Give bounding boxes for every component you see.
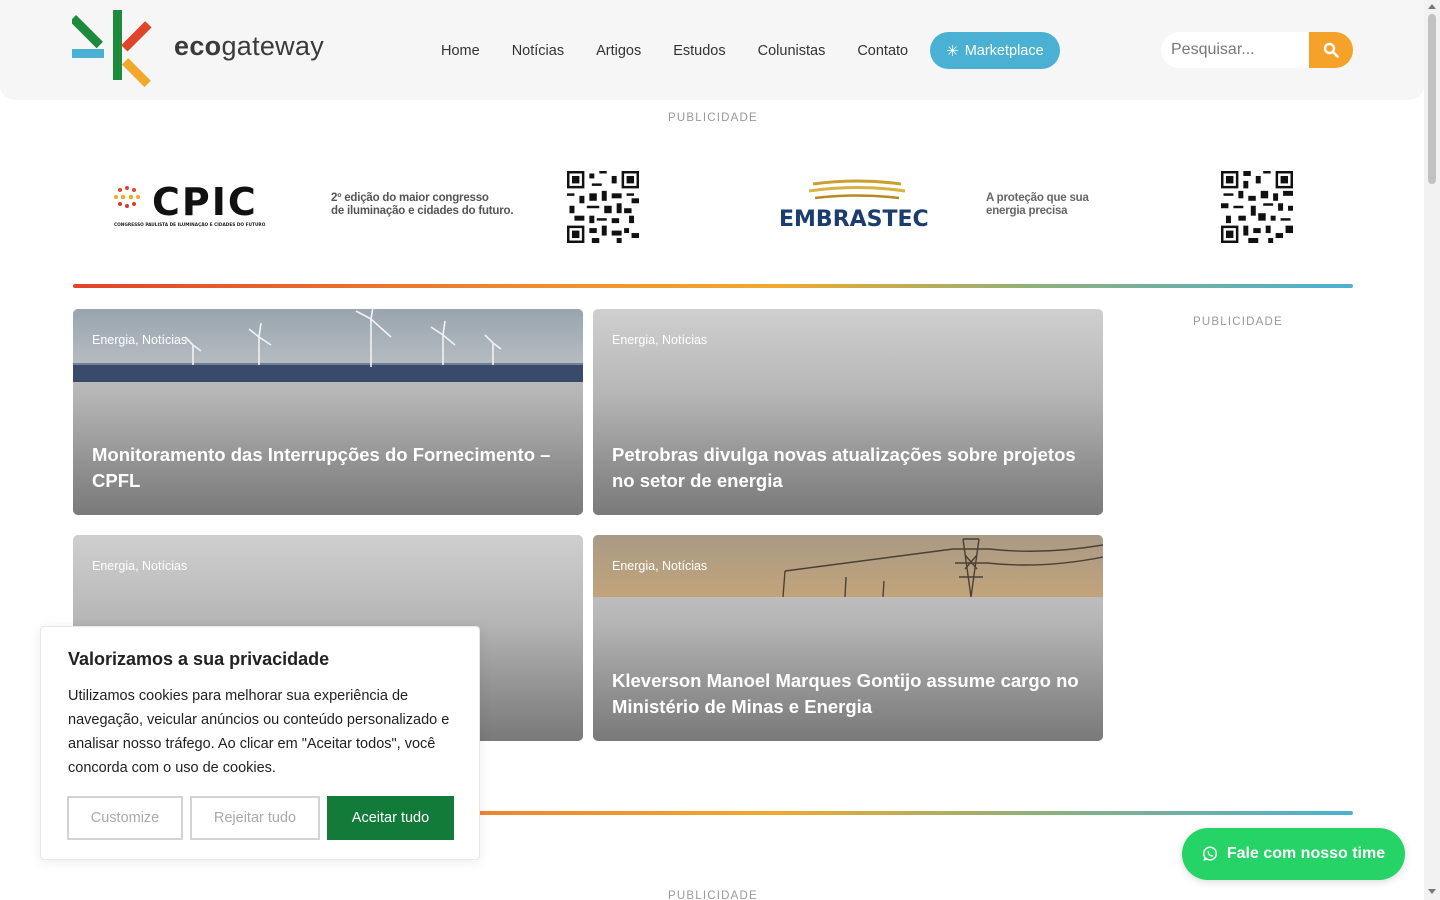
svg-text:CPIC: CPIC	[152, 184, 258, 224]
reject-all-button[interactable]: Rejeitar tudo	[190, 796, 320, 840]
main-nav: Home Notícias Artigos Estudos Colunistas…	[425, 32, 1060, 69]
article-category[interactable]: Energia, Notícias	[612, 559, 707, 573]
qr-code-icon	[1221, 171, 1293, 243]
whatsapp-label: Fale com nosso time	[1226, 845, 1386, 862]
article-category[interactable]: Energia, Notícias	[92, 559, 187, 573]
article-category[interactable]: Energia, Notícias	[612, 333, 707, 347]
qr-code-icon	[567, 171, 639, 243]
whatsapp-icon	[1202, 846, 1217, 861]
marketplace-label: Marketplace	[964, 42, 1044, 59]
article-title[interactable]: Kleverson Manoel Marques Gontijo assume …	[612, 668, 1081, 720]
marketplace-button[interactable]: ✳ Marketplace	[930, 32, 1060, 69]
cpic-tagline: 2º edição do maior congresso de iluminaç…	[331, 192, 514, 217]
ad-label-top: PUBLICIDADE	[668, 112, 758, 124]
accept-all-button[interactable]: Aceitar tudo	[327, 796, 454, 840]
nav-colunistas[interactable]: Colunistas	[751, 43, 833, 59]
logo-wordmark: ecogateway	[174, 31, 325, 61]
scroll-down-icon[interactable]	[1428, 889, 1436, 894]
nav-home[interactable]: Home	[434, 43, 487, 59]
sparkle-icon: ✳	[946, 42, 959, 60]
search-input[interactable]	[1161, 32, 1309, 68]
page: ecogateway Home Notícias Artigos Estudos…	[0, 0, 1440, 900]
search-form	[1161, 32, 1353, 68]
ad-label-sidebar: PUBLICIDADE	[1193, 316, 1283, 328]
embrastec-logo: EMBRASTEC	[779, 179, 929, 232]
cpic-logo: CPIC CONGRESSO PAULISTA DE ILUMINAÇÃO E …	[114, 184, 266, 228]
embrastec-tagline: A proteção que sua energia precisa	[986, 192, 1089, 217]
nav-estudos[interactable]: Estudos	[666, 43, 732, 59]
scroll-thumb[interactable]	[1428, 14, 1436, 184]
search-button[interactable]	[1309, 32, 1353, 68]
customize-button[interactable]: Customize	[67, 796, 183, 840]
nav-artigos[interactable]: Artigos	[589, 43, 648, 59]
site-logo[interactable]: ecogateway	[72, 9, 332, 91]
article-card[interactable]: Energia, Notícias Petrobras divulga nova…	[593, 309, 1103, 515]
nav-contato[interactable]: Contato	[850, 43, 915, 59]
scroll-up-icon[interactable]	[1428, 4, 1436, 9]
logo-mark-icon	[72, 10, 152, 88]
cookie-body: Utilizamos cookies para melhorar sua exp…	[68, 688, 450, 776]
cookie-title: Valorizamos a sua privacidade	[68, 649, 330, 669]
ad-label-bottom: PUBLICIDADE	[668, 890, 758, 900]
article-card[interactable]: Energia, Notícias Kleverson Manoel Marqu…	[593, 535, 1103, 741]
page-scrollbar[interactable]	[1424, 0, 1440, 900]
section-divider	[73, 284, 1353, 288]
article-title[interactable]: Petrobras divulga novas atualizações sob…	[612, 442, 1081, 494]
article-card[interactable]: Energia, Notícias Monitoramento das Inte…	[73, 309, 583, 515]
svg-text:EMBRASTEC: EMBRASTEC	[779, 207, 929, 232]
nav-noticias[interactable]: Notícias	[505, 43, 571, 59]
search-icon	[1323, 42, 1339, 58]
article-category[interactable]: Energia, Notícias	[92, 333, 187, 347]
svg-text:CONGRESSO PAULISTA DE ILUMINAÇ: CONGRESSO PAULISTA DE ILUMINAÇÃO E CIDAD…	[114, 221, 266, 228]
site-header: ecogateway Home Notícias Artigos Estudos…	[0, 0, 1424, 100]
cookie-consent-banner: Valorizamos a sua privacidade Utilizamos…	[40, 626, 480, 860]
article-title[interactable]: Monitoramento das Interrupções do Fornec…	[92, 442, 561, 494]
whatsapp-contact-button[interactable]: Fale com nosso time	[1182, 828, 1405, 880]
